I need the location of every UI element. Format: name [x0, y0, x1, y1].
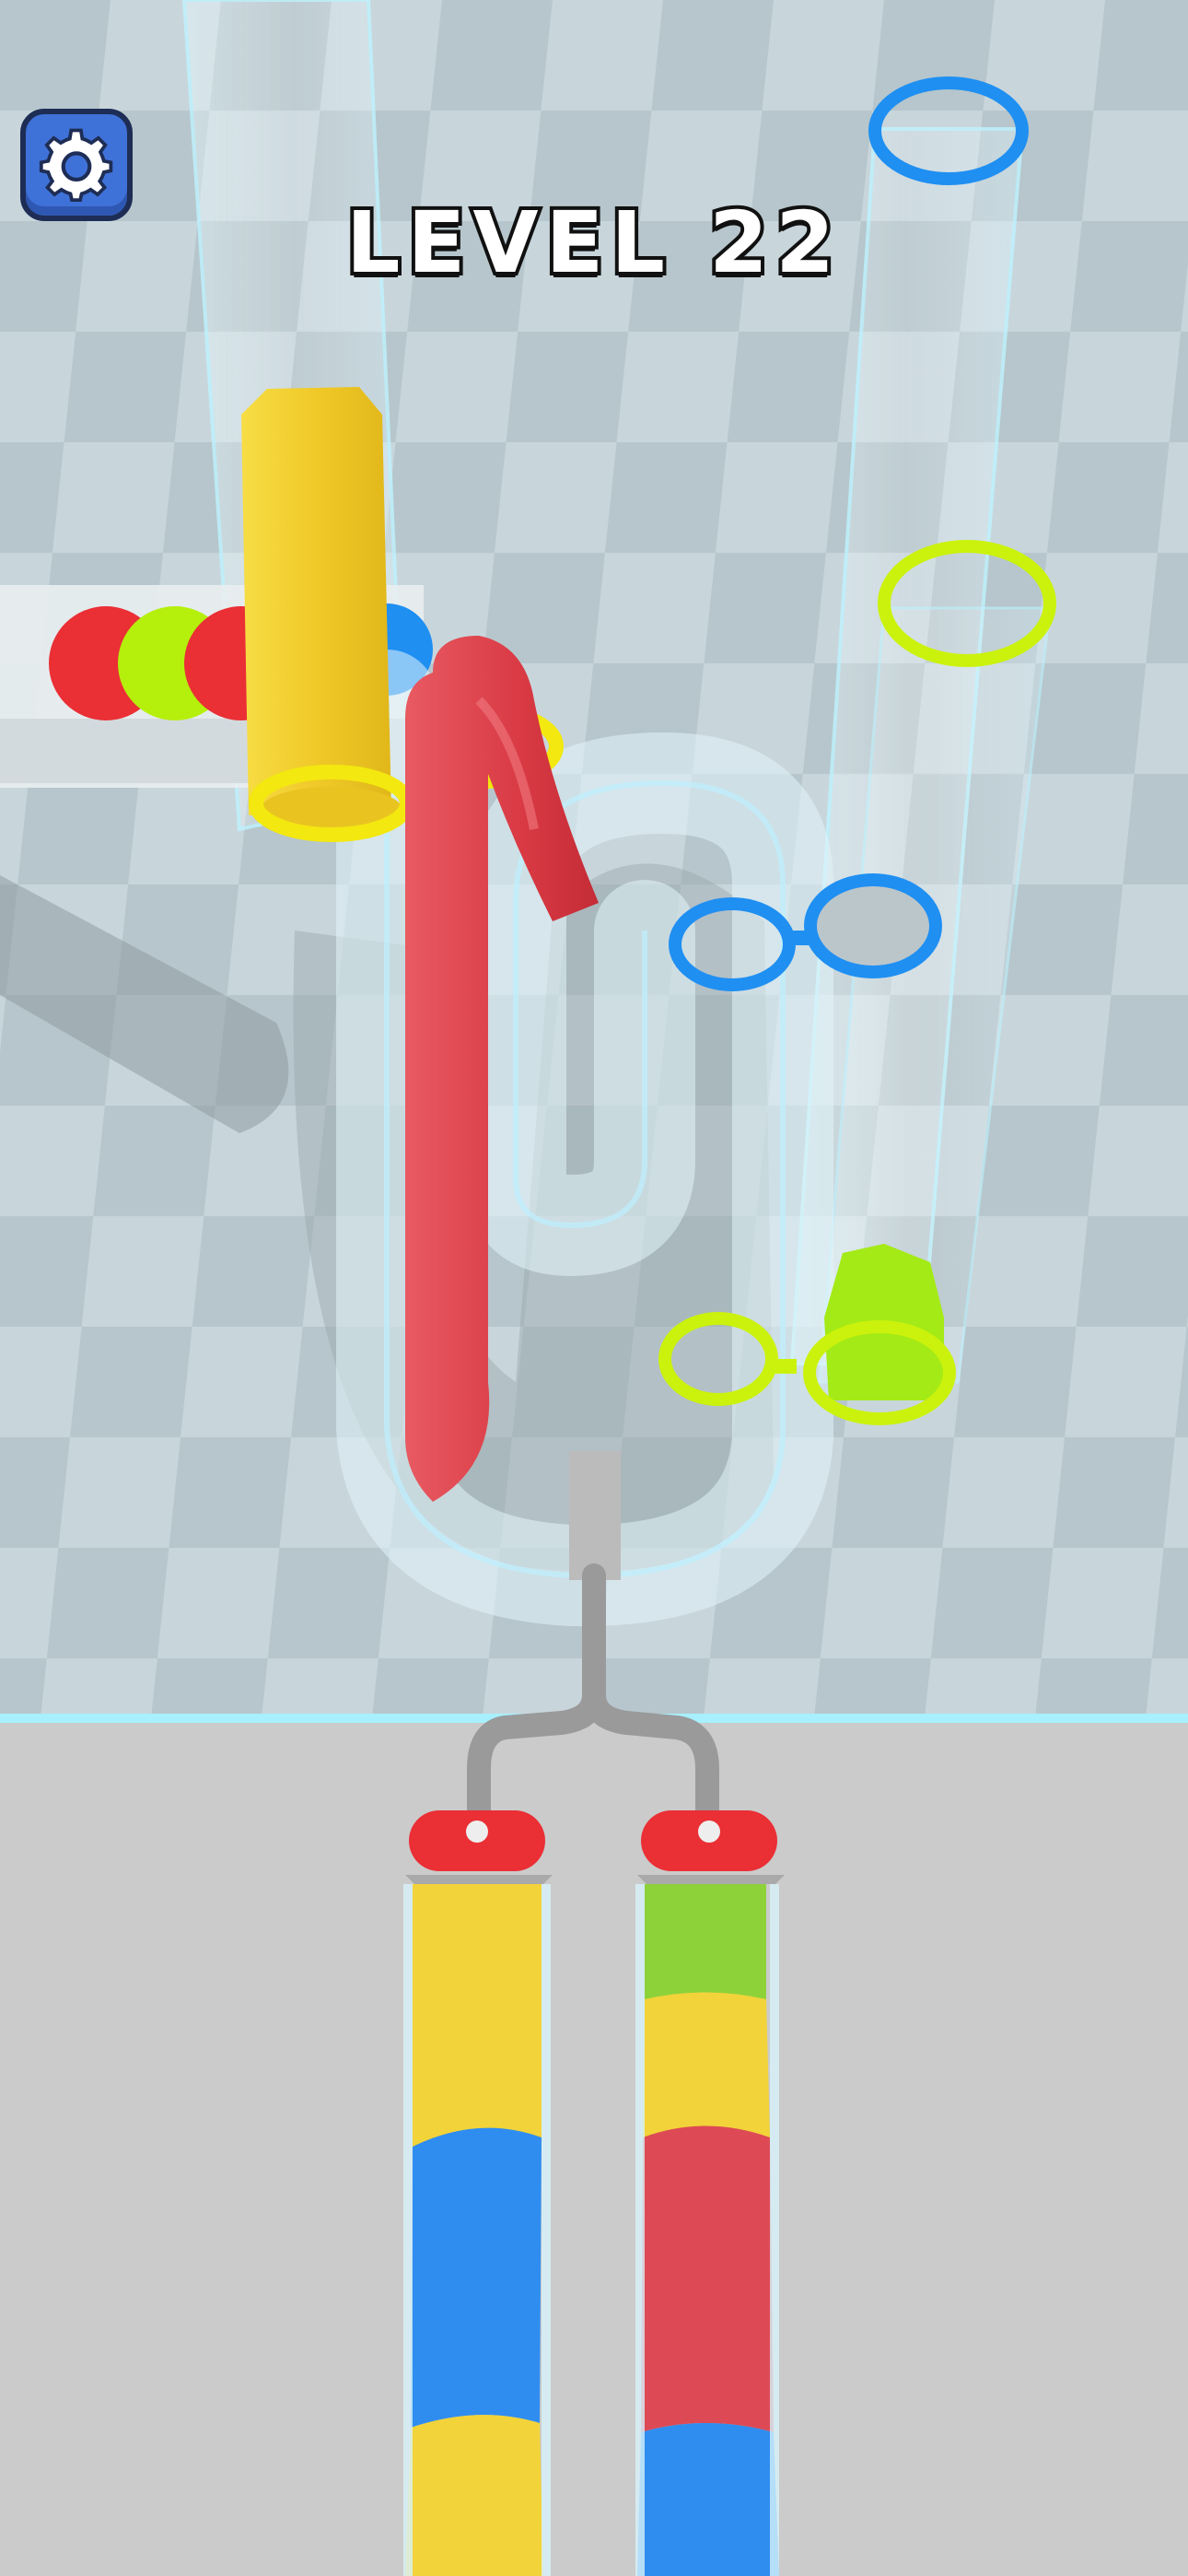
- gear-icon: [39, 128, 113, 203]
- level-title: LEVEL 22: [343, 190, 843, 296]
- blue-ring-joint: [783, 931, 809, 945]
- bottom-area: [0, 1723, 1188, 2576]
- game-scene[interactable]: [0, 0, 1188, 2576]
- lime-ring-joint: [769, 1359, 797, 1374]
- metal-connector: [569, 1451, 621, 1580]
- source-pipe-right[interactable]: [635, 1810, 785, 2576]
- yellow-column: [241, 387, 391, 815]
- blue-ring-right: [804, 873, 942, 978]
- source-pipe-left[interactable]: [403, 1810, 553, 2576]
